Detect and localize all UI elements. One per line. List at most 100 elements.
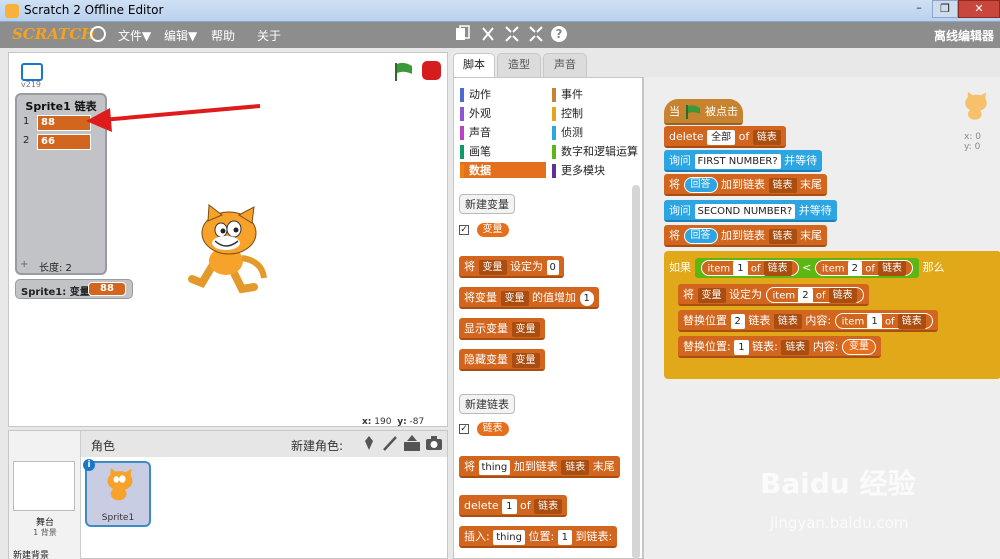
cat-sprite[interactable] [184,203,274,301]
replace-item-block[interactable]: 替换位置: 1 链表: 链表 内容: 变量 [678,336,882,358]
block-palette: 动作 事件 外观 控制 声音 侦测 画笔 数字和逻辑运算 数据 更多模块 新建变… [453,77,643,559]
scratch-logo[interactable]: SCRATCH [12,25,95,43]
mouse-x-label: x: [362,417,372,427]
category-sensing[interactable]: 侦测 [552,124,583,140]
list-item-index: 2 [23,135,30,146]
hide-variable-block[interactable]: 隐藏变量 变量 [459,349,545,371]
stage-thumbnail[interactable] [13,461,75,511]
category-looks[interactable]: 外观 [460,105,491,121]
add-answer-to-list-block[interactable]: 将 回答 加到链表 链表 末尾 [664,174,827,196]
menu-help[interactable]: 帮助 [211,27,235,44]
category-data[interactable]: 数据 [460,162,546,178]
sprite-position: x: 0 y: 0 [964,132,981,152]
menu-about[interactable]: 关于 [257,27,281,44]
help-icon[interactable]: ? [551,26,567,42]
variable-checkbox-row: ✓ 变量 [459,222,510,238]
menu-edit[interactable]: 编辑▼ [164,27,197,44]
stage-column: 舞台 1 背景 新建背景 [9,431,81,559]
variable-watcher-name: Sprite1: 变量 [21,287,90,298]
delete-all-of-list-block[interactable]: delete 全部 of 链表 [664,126,786,148]
list-item-index: 1 [23,116,30,127]
menu-file[interactable]: 文件▼ [118,27,151,44]
language-globe-icon[interactable] [90,26,106,42]
change-variable-block[interactable]: 将变量 变量 的值增加 1 [459,287,599,309]
stop-icon[interactable] [422,61,441,80]
make-variable-button[interactable]: 新建变量 [459,194,515,214]
close-button[interactable]: ✕ [958,0,1000,18]
delete-of-list-block[interactable]: delete 1 of 链表 [459,495,568,517]
mouse-x-value: 190 [374,417,392,427]
baidu-watermark-url: jingyan.baidu.com [770,514,909,532]
sprite-panel-header: 角色 新建角色: [81,431,447,457]
sprite-info-icon[interactable]: i [83,459,95,471]
palette-scrollbar[interactable] [632,185,640,559]
maximize-button[interactable]: ❐ [932,0,958,18]
current-sprite-icon [958,88,994,134]
insert-at-list-block[interactable]: 插入: thing 位置: 1 到链表: [459,526,618,548]
set-variable-block[interactable]: 将 变量 设定为 0 [459,256,564,278]
sprite-panel: 舞台 1 背景 新建背景 角色 新建角色: Sprite1 i [8,430,448,559]
sprite-library-icon[interactable] [361,435,377,454]
tab-scripts[interactable]: 脚本 [453,53,495,78]
list-checkbox[interactable]: ✓ [459,424,469,434]
add-answer-to-list-block[interactable]: 将 回答 加到链表 链表 末尾 [664,225,827,247]
new-sprite-label: 新建角色: [291,439,344,453]
variable-checkbox[interactable]: ✓ [459,225,469,235]
add-list-item-button[interactable]: + [20,259,28,270]
ask-and-wait-block[interactable]: 询问 SECOND NUMBER? 并等待 [664,200,837,222]
upload-sprite-icon[interactable] [403,435,421,454]
make-list-button[interactable]: 新建链表 [459,394,515,414]
category-control[interactable]: 控制 [552,105,583,121]
app-icon [5,4,19,18]
title-bar: Scratch 2 Offline Editor – ❐ ✕ [0,0,1000,22]
mouse-y-value: -87 [409,417,425,427]
backdrop-count: 1 背景 [33,528,57,537]
annotation-arrow [80,100,265,143]
category-more-blocks[interactable]: 更多模块 [552,162,605,178]
variable-watcher-value: 88 [88,282,126,296]
sprites-title: 角色 [91,439,116,453]
version-label: v219 [21,80,42,89]
grow-icon[interactable] [504,25,520,43]
new-backdrop-label: 新建背景 [13,551,50,559]
if-then-block[interactable]: 如果 item 1 of 链表 < item 2 of 链表 那么 将 变量 设… [664,251,1000,379]
show-variable-block[interactable]: 显示变量 变量 [459,318,545,340]
variable-reporter[interactable]: 变量 [475,222,510,238]
mouse-y-label: y: [397,417,407,427]
camera-icon[interactable] [425,435,443,454]
replace-item-block[interactable]: 替换位置 2 链表 链表 内容: item 1 of 链表 [678,310,938,332]
ask-and-wait-block[interactable]: 询问 FIRST NUMBER? 并等待 [664,150,823,172]
tab-costumes[interactable]: 造型 [497,53,541,77]
list-reporter[interactable]: 链表 [475,421,510,437]
list-checkbox-row: ✓ 链表 [459,421,510,437]
cut-icon[interactable] [480,25,496,43]
green-flag-icon[interactable] [392,61,414,86]
minimize-button[interactable]: – [906,0,932,18]
mouse-coordinates: x: 190 y: -87 [362,417,424,427]
category-operators[interactable]: 数字和逻辑运算 [552,143,638,159]
variable-watcher[interactable]: Sprite1: 变量 88 [15,279,133,299]
category-pen[interactable]: 画笔 [460,143,491,159]
fullscreen-icon[interactable] [21,63,43,81]
shrink-icon[interactable] [528,25,544,43]
window-controls: – ❐ ✕ [906,0,1000,18]
set-variable-block[interactable]: 将 变量 设定为 item 2 of 链表 [678,284,869,306]
sprite-x: x: 0 [964,132,981,142]
sprite-name: Sprite1 [101,513,135,523]
category-events[interactable]: 事件 [552,86,583,102]
baidu-watermark: Baidu 经验 [760,467,916,500]
green-flag-icon [685,105,700,119]
if-condition-row: 如果 item 1 of 链表 < item 2 of 链表 那么 [669,258,945,278]
sprite-y: y: 0 [964,142,981,152]
sprite-thumbnail[interactable]: Sprite1 [85,461,151,527]
list-length-label: 长度: 2 [39,263,72,274]
paint-new-sprite-icon[interactable] [382,435,398,454]
offline-editor-label: 离线编辑器 [933,29,994,43]
category-sound[interactable]: 声音 [460,124,491,140]
category-motion[interactable]: 动作 [460,86,491,102]
tab-sounds[interactable]: 声音 [543,53,587,77]
duplicate-icon[interactable] [455,25,471,43]
add-to-list-block[interactable]: 将 thing 加到链表 链表 末尾 [459,456,620,478]
window-title: Scratch 2 Offline Editor [24,3,164,17]
when-flag-clicked-block[interactable]: 当 被点击 [664,99,743,125]
